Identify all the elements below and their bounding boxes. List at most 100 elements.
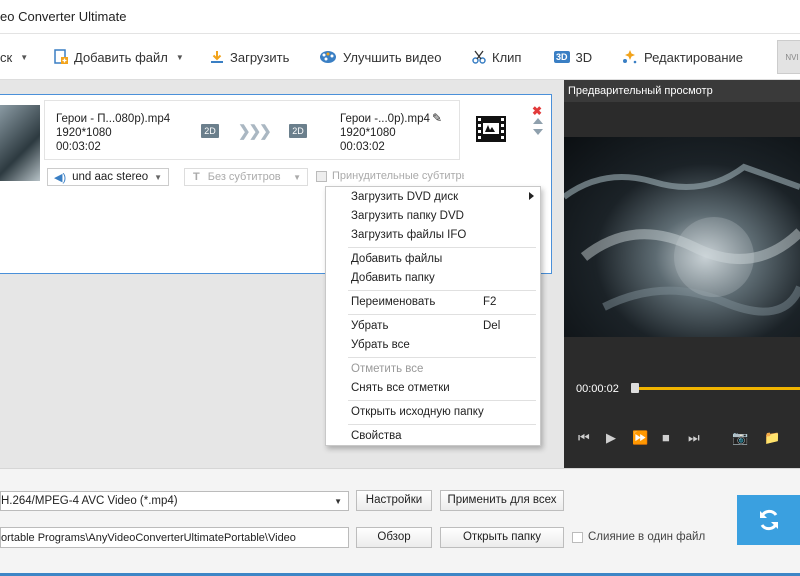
menu-load-ifo[interactable]: Загрузить файлы IFO xyxy=(351,229,466,241)
menu-rename-shortcut: F2 xyxy=(483,296,497,308)
main-toolbar: ск ▼ Добавить файл ▼ Загрузить Улучшить ви… xyxy=(0,34,800,80)
context-menu: Загрузить DVD диск Загрузить папку DVD З… xyxy=(325,186,541,446)
menu-separator xyxy=(348,247,536,248)
target-2d-badge: 2D xyxy=(289,124,307,138)
text-t-icon: T xyxy=(193,171,200,183)
menu-check-all: Отметить все xyxy=(351,363,424,375)
preview-progress-bar[interactable] xyxy=(634,387,800,390)
menu-properties[interactable]: Свойства xyxy=(351,430,402,442)
output-format-value: H.264/MPEG-4 AVC Video (*.mp4) xyxy=(1,495,178,507)
menu-open-source-folder[interactable]: Открыть исходную папку xyxy=(351,406,484,418)
prev-frame-icon[interactable]: ⏮ xyxy=(578,430,590,446)
edit-label: Редактирование xyxy=(644,49,744,65)
output-path-value: ortable Programs\AnyVideoConverterUltima… xyxy=(1,532,296,544)
3d-icon: 3D xyxy=(554,51,570,63)
menu-add-files[interactable]: Добавить файлы xyxy=(351,253,442,265)
target-resolution: 1920*1080 xyxy=(340,127,396,139)
stop-icon[interactable]: ■ xyxy=(662,430,670,445)
preview-title: Предварительный просмотр xyxy=(564,80,800,102)
next-frame-icon[interactable]: ⏭ xyxy=(688,430,700,446)
enhance-button[interactable]: Улучшить видео xyxy=(319,46,442,68)
audio-track-select[interactable]: ◀) und aac stereo ▼ xyxy=(47,168,169,186)
source-resolution: 1920*1080 xyxy=(56,127,112,139)
target-duration: 00:03:02 xyxy=(340,141,385,153)
subtitle-value: Без субтитров xyxy=(207,171,281,183)
play-icon[interactable]: ▶ xyxy=(606,430,616,446)
menu-add-folder[interactable]: Добавить папку xyxy=(351,272,435,284)
output-path-input[interactable]: ortable Programs\AnyVideoConverterUltima… xyxy=(0,527,349,548)
merge-label: Слияние в один файл xyxy=(588,531,706,543)
chevron-down-icon: ▼ xyxy=(20,52,29,62)
audio-track-value: und aac stereo xyxy=(72,171,149,183)
preview-panel: Предварительный просмотр 00:00:02 ⏮ ▶ ⏩ … xyxy=(564,80,800,468)
nvidia-label: NVI xyxy=(785,52,799,62)
preview-time: 00:00:02 xyxy=(576,383,619,395)
subtitle-select[interactable]: T Без субтитров ▼ xyxy=(184,168,308,186)
magic-wand-icon xyxy=(623,50,637,64)
clip-label: Клип xyxy=(492,49,522,65)
speaker-icon: ◀) xyxy=(54,171,67,184)
preview-frame-texture xyxy=(564,163,800,316)
menu-separator xyxy=(348,290,536,291)
checkbox-box xyxy=(316,170,327,182)
menu-load-dvd-folder[interactable]: Загрузить папку DVD xyxy=(351,210,464,222)
menu-separator xyxy=(348,314,536,315)
checkbox-box xyxy=(572,531,583,543)
3d-label: 3D xyxy=(575,49,593,65)
film-icon[interactable] xyxy=(476,114,506,144)
folder-icon[interactable]: 📁 xyxy=(764,430,780,446)
chevron-down-icon: ▼ xyxy=(293,172,301,182)
source-2d-badge: 2D xyxy=(201,124,219,138)
output-settings-panel: H.264/MPEG-4 AVC Video (*.mp4) ▼ Настрой… xyxy=(0,468,800,576)
merge-checkbox[interactable]: Слияние в один файл xyxy=(572,531,705,543)
menu-remove[interactable]: Убрать xyxy=(351,320,388,332)
preview-seek-handle[interactable] xyxy=(630,383,639,393)
remove-item-icon[interactable]: ✖ xyxy=(532,104,542,118)
menu-uncheck-all[interactable]: Снять все отметки xyxy=(351,382,450,394)
target-filename: Герои -...0p).mp4 xyxy=(340,113,430,125)
move-up-icon[interactable] xyxy=(533,118,543,124)
title-bar: eo Converter Ultimate xyxy=(0,0,800,34)
snapshot-icon[interactable]: 📷 xyxy=(732,430,748,446)
apply-all-button[interactable]: Применить для всех xyxy=(440,490,564,511)
edit-button[interactable]: Редактирование xyxy=(622,46,743,68)
preview-video-frame xyxy=(564,137,800,337)
download-label: Загрузить xyxy=(230,49,290,65)
convert-refresh-icon xyxy=(759,509,778,531)
source-duration: 00:03:02 xyxy=(56,141,101,153)
nvidia-button[interactable]: NVI xyxy=(777,40,800,74)
window-title: eo Converter Ultimate xyxy=(0,9,127,24)
convert-arrows-icon: ❯❯❯ xyxy=(238,123,272,140)
download-button[interactable]: Загрузить xyxy=(210,46,289,68)
edit-name-icon[interactable]: ✎ xyxy=(432,111,442,125)
output-format-select[interactable]: H.264/MPEG-4 AVC Video (*.mp4) ▼ xyxy=(0,491,349,511)
menu-remove-all[interactable]: Убрать все xyxy=(351,339,410,351)
scissors-icon xyxy=(472,50,486,64)
menu-separator xyxy=(348,357,536,358)
browse-button[interactable]: Обзор xyxy=(356,527,432,548)
chevron-down-icon: ▼ xyxy=(154,172,162,182)
clip-button[interactable]: Клип xyxy=(472,46,521,68)
disc-label: ск xyxy=(0,49,13,65)
convert-button[interactable] xyxy=(737,495,800,545)
force-subtitles-label: Принудительные субтитры xyxy=(332,170,464,182)
menu-remove-shortcut: Del xyxy=(483,320,501,332)
enhance-label: Улучшить видео xyxy=(343,49,442,65)
disc-button[interactable]: ск ▼ xyxy=(0,46,28,68)
3d-button[interactable]: 3D 3D xyxy=(554,46,592,68)
add-file-icon xyxy=(54,49,68,64)
submenu-arrow-icon xyxy=(529,192,534,200)
add-file-button[interactable]: Добавить файл ▼ xyxy=(54,46,184,68)
move-down-icon[interactable] xyxy=(533,129,543,135)
force-subtitles-checkbox[interactable]: Принудительные субтитры xyxy=(316,170,464,182)
fast-forward-icon[interactable]: ⏩ xyxy=(632,430,648,446)
palette-icon xyxy=(320,51,336,63)
open-folder-button[interactable]: Открыть папку xyxy=(440,527,564,548)
settings-button[interactable]: Настройки xyxy=(356,490,432,511)
menu-rename[interactable]: Переименовать xyxy=(351,296,435,308)
menu-load-dvd[interactable]: Загрузить DVD диск xyxy=(351,191,458,203)
download-icon xyxy=(211,51,223,63)
chevron-down-icon: ▼ xyxy=(334,497,342,506)
source-filename: Герои - П...080p).mp4 xyxy=(56,113,171,125)
chevron-down-icon: ▼ xyxy=(175,52,184,62)
